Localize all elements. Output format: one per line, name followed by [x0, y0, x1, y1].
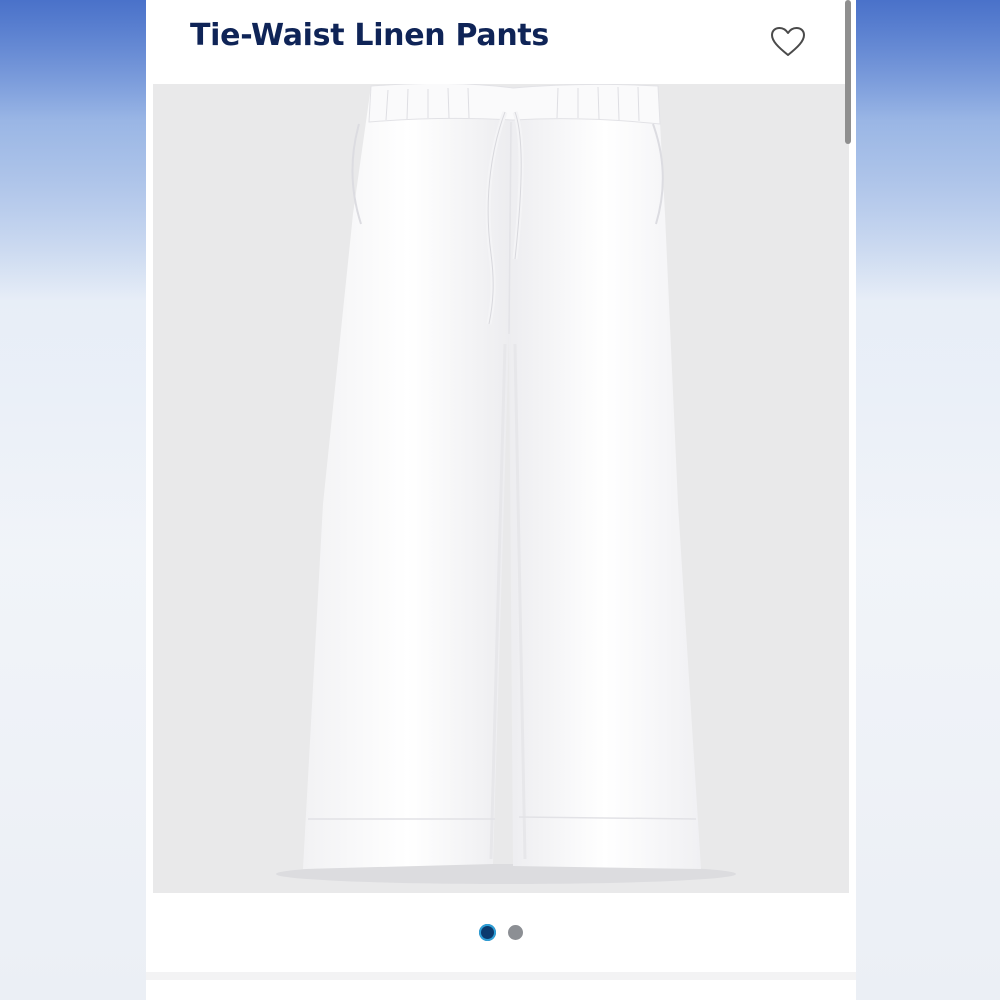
background-blur-left	[0, 0, 146, 1000]
heart-outline-icon	[771, 27, 805, 56]
image-carousel-pager	[146, 920, 856, 944]
product-page: Tie-Waist Linen Pants	[146, 0, 856, 1000]
carousel-dot-1[interactable]	[479, 923, 496, 941]
product-image[interactable]	[153, 84, 849, 893]
product-header: Tie-Waist Linen Pants	[146, 0, 856, 84]
linen-pants-image	[276, 84, 736, 884]
product-title: Tie-Waist Linen Pants	[190, 18, 549, 53]
carousel-dot-2[interactable]	[508, 924, 523, 940]
scrollbar[interactable]	[845, 0, 851, 144]
background-blur-right	[856, 0, 1000, 1000]
wishlist-button[interactable]	[766, 22, 810, 62]
section-divider	[146, 972, 856, 980]
